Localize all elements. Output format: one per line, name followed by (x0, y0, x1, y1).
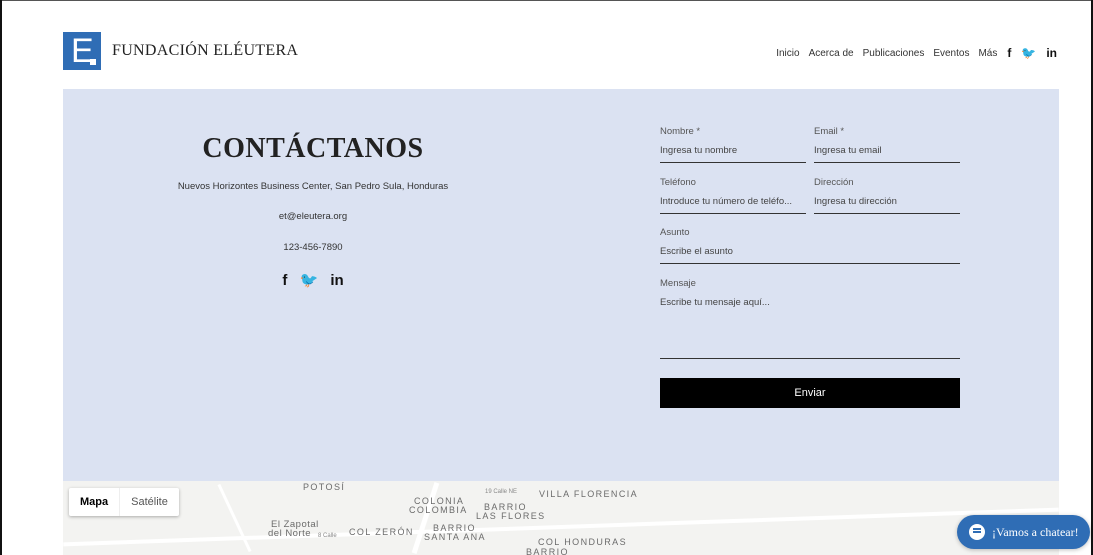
map-label-el-zapotal-2: del Norte (268, 528, 312, 539)
contact-email[interactable]: et@eleutera.org (63, 211, 563, 222)
mensaje-label: Mensaje (660, 278, 696, 289)
linkedin-icon[interactable]: in (330, 272, 343, 289)
nav-inicio[interactable]: Inicio (776, 48, 799, 59)
nav-publicaciones[interactable]: Publicaciones (863, 48, 925, 59)
map-label-col-zeron: COL ZERÓN (349, 527, 414, 537)
map-label-potosi: POTOSÍ (303, 482, 346, 492)
chat-bubble-icon (969, 524, 985, 540)
linkedin-icon[interactable]: in (1046, 46, 1057, 60)
telefono-field: Teléfono Introduce tu número de teléfo..… (660, 177, 806, 214)
contact-address: Nuevos Horizontes Business Center, San P… (177, 181, 449, 192)
nombre-label: Nombre * (660, 126, 701, 137)
map-road (217, 483, 252, 553)
frame-top (0, 0, 1093, 1)
direccion-field: Dirección Ingresa tu dirección (814, 177, 960, 214)
asunto-field: Asunto Escribe el asunto (660, 227, 960, 264)
contact-title: CONTÁCTANOS (202, 133, 424, 164)
facebook-icon[interactable]: f (282, 272, 287, 289)
nombre-input[interactable]: Ingresa tu nombre (660, 145, 806, 163)
nav-acerca-de[interactable]: Acerca de (809, 48, 854, 59)
map-label-19-calle: 19 Calle NE (485, 489, 518, 495)
email-input[interactable]: Ingresa tu email (814, 145, 960, 163)
map-label-col-honduras: COL HONDURAS (538, 537, 627, 547)
map-label-barrio-bottom: BARRIO (526, 547, 569, 555)
map-label-villa-florencia: VILLA FLORENCIA (539, 489, 639, 499)
mensaje-textarea[interactable]: Escribe tu mensaje aquí... (660, 297, 960, 359)
map[interactable]: POTOSÍ VILLA FLORENCIA COLONIA COLOMBIA … (63, 481, 1059, 555)
nav-eventos[interactable]: Eventos (933, 48, 969, 59)
main-nav: Inicio Acerca de Publicaciones Eventos M… (767, 46, 1057, 60)
asunto-input[interactable]: Escribe el asunto (660, 246, 960, 264)
nombre-field: Nombre * Ingresa tu nombre (660, 126, 806, 163)
submit-button[interactable]: Enviar (660, 378, 960, 408)
map-label-santa-ana-2: SANTA ANA (424, 532, 486, 542)
nav-mas[interactable]: Más (978, 48, 997, 59)
telefono-input[interactable]: Introduce tu número de teléfo... (660, 196, 806, 214)
logo[interactable]: E (63, 32, 101, 70)
chat-button[interactable]: ¡Vamos a chatear! (957, 515, 1090, 549)
brand-name[interactable]: FUNDACIÓN ELÉUTERA (112, 42, 298, 60)
map-label-8-calle: 8 Calle (318, 533, 337, 539)
asunto-label: Asunto (660, 227, 690, 238)
map-type-satelite[interactable]: Satélite (119, 488, 179, 516)
twitter-icon[interactable]: 🐦 (1021, 46, 1036, 60)
email-label: Email * (814, 126, 845, 137)
contact-social: f 🐦 in (63, 271, 563, 289)
direccion-label: Dirección (814, 177, 854, 188)
frame-left (0, 0, 2, 555)
map-type-toggle: Mapa Satélite (69, 488, 179, 516)
map-label-las-flores-2: LAS FLORES (476, 511, 546, 521)
chat-label: ¡Vamos a chatear! (992, 524, 1079, 539)
contact-phone: 123-456-7890 (283, 242, 343, 253)
mensaje-field: Mensaje Escribe tu mensaje aquí... (660, 278, 960, 359)
map-type-mapa[interactable]: Mapa (69, 488, 119, 516)
direccion-input[interactable]: Ingresa tu dirección (814, 196, 960, 214)
contact-section: CONTÁCTANOS Nuevos Horizontes Business C… (63, 89, 1059, 481)
map-road (411, 482, 440, 554)
logo-dot (90, 59, 96, 65)
map-label-colonia-colombia-2: COLOMBIA (409, 505, 468, 515)
email-field: Email * Ingresa tu email (814, 126, 960, 163)
facebook-icon[interactable]: f (1007, 46, 1011, 60)
twitter-icon[interactable]: 🐦 (299, 272, 318, 289)
telefono-label: Teléfono (660, 177, 696, 188)
